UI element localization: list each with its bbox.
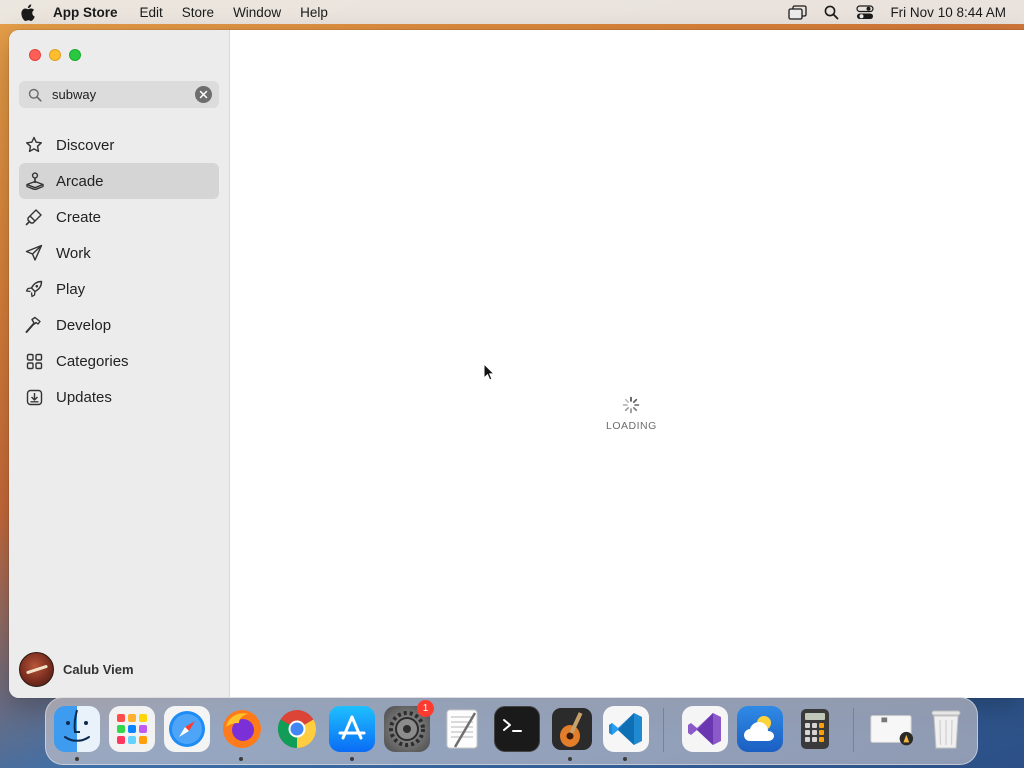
firefox-running-indicator [239, 757, 243, 761]
sidebar-item-label: Discover [56, 136, 115, 154]
sidebar-item-label: Create [56, 208, 102, 226]
sidebar-item-work[interactable]: Work [19, 235, 219, 271]
loading-label: LOADING [606, 420, 657, 432]
dock-separator [663, 708, 664, 752]
avatar[interactable] [19, 652, 54, 687]
preview-icon[interactable] [868, 706, 914, 752]
sidebar-item-label: Arcade [56, 172, 104, 190]
hammer-icon [24, 315, 44, 335]
search-field[interactable]: subway [19, 81, 219, 108]
sidebar-item-label: Play [56, 280, 86, 298]
mouse-cursor-icon [483, 362, 496, 386]
paper-plane-icon [24, 243, 44, 263]
app-store-icon[interactable] [329, 706, 375, 752]
visual-studio-icon[interactable] [682, 706, 728, 752]
dock: 1 [45, 697, 978, 765]
sidebar-item-label: Categories [56, 352, 129, 370]
dock-separator [853, 708, 854, 752]
vscode-icon[interactable] [603, 706, 649, 752]
user-name: Calub Viem [63, 662, 134, 677]
sidebar-item-label: Develop [56, 316, 112, 334]
user-account[interactable]: Calub Viem [19, 652, 134, 687]
calculator-icon[interactable] [792, 706, 838, 752]
download-tray-icon [24, 387, 44, 407]
sidebar-item-categories[interactable]: Categories [19, 343, 219, 379]
vscode-running-indicator [623, 757, 627, 761]
garageband-running-indicator [568, 757, 572, 761]
app-store-window: subway Discover Arcade Create Work Play … [9, 30, 1024, 698]
menu-edit[interactable]: Edit [140, 5, 163, 20]
sidebar: subway Discover Arcade Create Work Play … [9, 30, 230, 698]
textedit-icon[interactable] [439, 706, 485, 752]
sidebar-item-play[interactable]: Play [19, 271, 219, 307]
spinner-icon [622, 396, 640, 414]
window-controls [29, 49, 89, 61]
finder-icon[interactable] [54, 706, 100, 752]
app-store-running-indicator [350, 757, 354, 761]
sidebar-item-updates[interactable]: Updates [19, 379, 219, 415]
spotlight-search-icon[interactable] [820, 3, 842, 21]
search-icon [27, 87, 43, 103]
menu-app-name[interactable]: App Store [53, 5, 118, 20]
loading-indicator: LOADING [606, 396, 656, 432]
apple-logo-icon[interactable] [17, 2, 37, 22]
sidebar-item-develop[interactable]: Develop [19, 307, 219, 343]
star-icon [24, 135, 44, 155]
brush-icon [24, 207, 44, 227]
terminal-icon[interactable] [494, 706, 540, 752]
zoom-button[interactable] [69, 49, 81, 61]
minimize-button[interactable] [49, 49, 61, 61]
clear-search-icon[interactable] [195, 86, 212, 103]
safari-icon[interactable] [164, 706, 210, 752]
sidebar-item-arcade[interactable]: Arcade [19, 163, 219, 199]
sidebar-item-discover[interactable]: Discover [19, 127, 219, 163]
garageband-icon[interactable] [549, 706, 595, 752]
close-button[interactable] [29, 49, 41, 61]
menu-bar: App Store Edit Store Window Help Fri Nov… [0, 0, 1024, 24]
system-settings-icon[interactable]: 1 [384, 700, 434, 752]
weather-icon[interactable] [737, 706, 783, 752]
screen-mirroring-icon[interactable] [786, 3, 808, 21]
menu-store[interactable]: Store [182, 5, 214, 20]
sidebar-item-label: Work [56, 244, 91, 262]
joystick-icon [24, 171, 44, 191]
sidebar-nav: Discover Arcade Create Work Play Develop… [19, 127, 219, 415]
notification-badge: 1 [417, 700, 434, 717]
firefox-icon[interactable] [219, 706, 265, 752]
sidebar-item-label: Updates [56, 388, 112, 406]
finder-running-indicator [75, 757, 79, 761]
search-input[interactable]: subway [52, 87, 195, 102]
launchpad-icon[interactable] [109, 706, 155, 752]
grid-icon [24, 351, 44, 371]
main-content: LOADING [231, 30, 1024, 698]
control-center-icon[interactable] [854, 3, 876, 21]
sidebar-item-create[interactable]: Create [19, 199, 219, 235]
menu-clock[interactable]: Fri Nov 10 8:44 AM [890, 5, 1006, 20]
rocket-icon [24, 279, 44, 299]
menu-window[interactable]: Window [233, 5, 281, 20]
chrome-icon[interactable] [274, 706, 320, 752]
trash-icon[interactable] [923, 706, 969, 752]
menu-help[interactable]: Help [300, 5, 328, 20]
